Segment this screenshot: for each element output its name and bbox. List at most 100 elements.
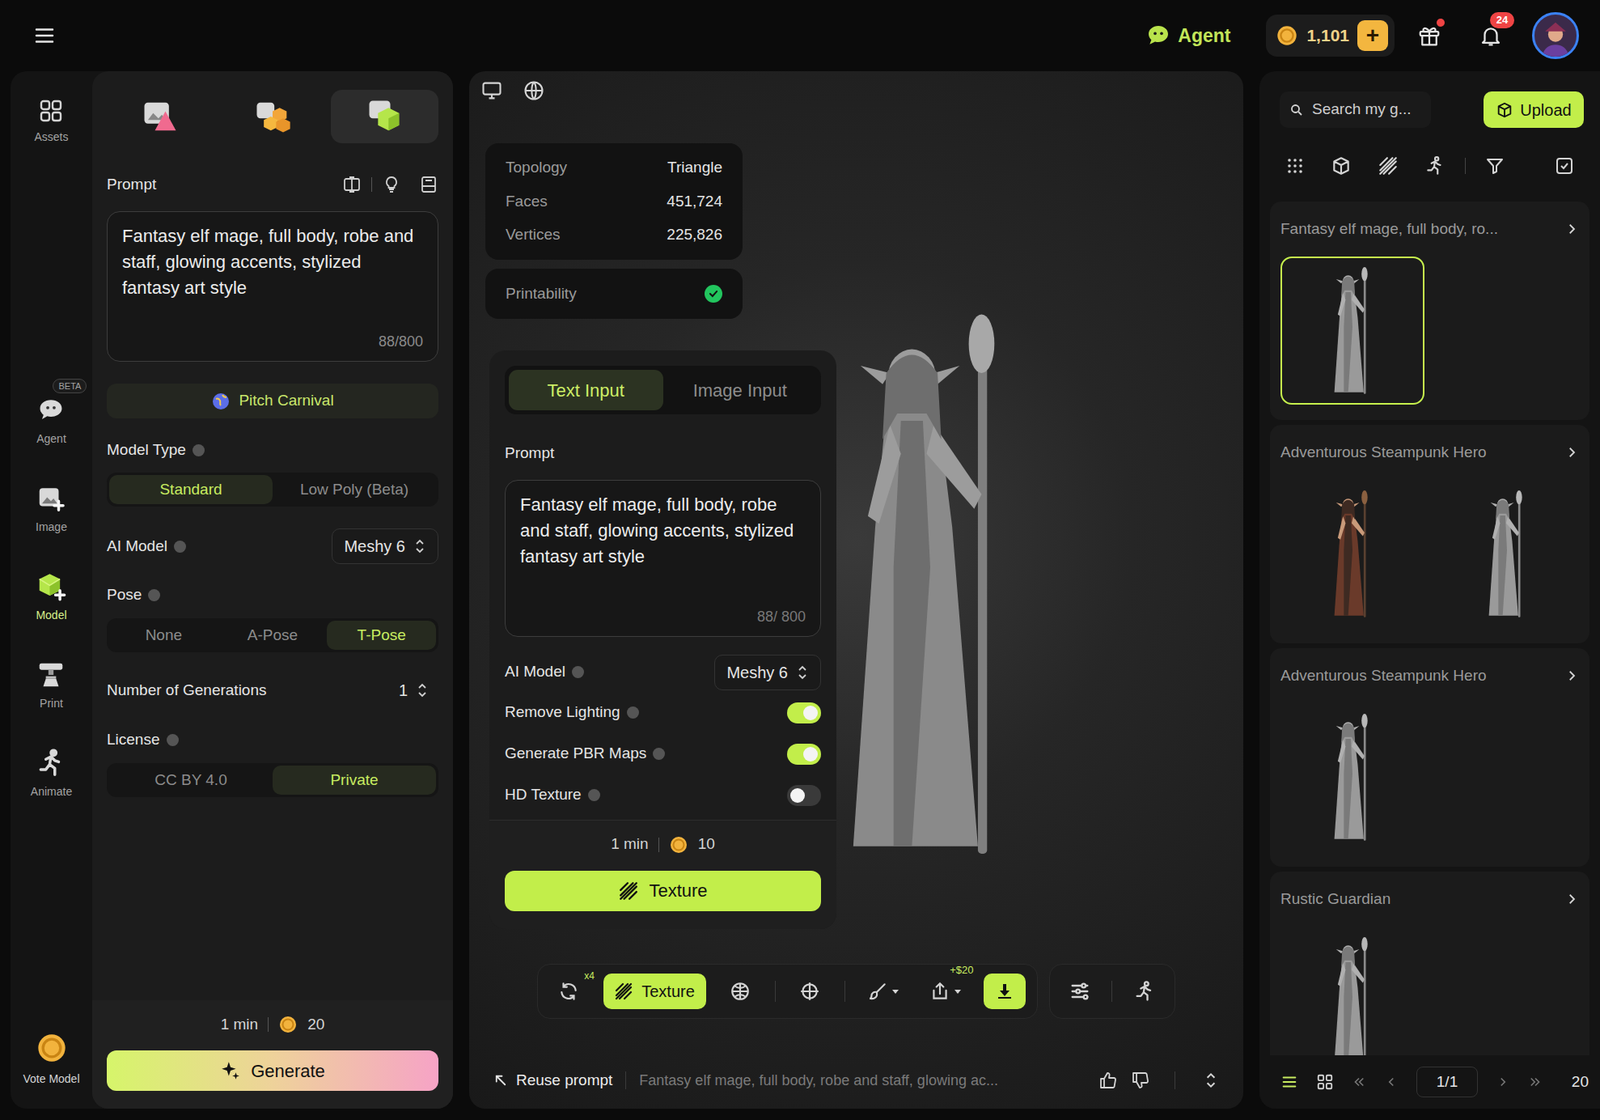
search-input[interactable] xyxy=(1312,97,1422,122)
ai-model-select[interactable]: Meshy 6 xyxy=(331,528,439,564)
menu-icon[interactable] xyxy=(32,23,57,48)
running-figure-icon[interactable] xyxy=(1133,979,1156,1003)
group-header[interactable]: Adventurous Steampunk Hero xyxy=(1280,647,1579,703)
reuse-prompt-button[interactable]: Reuse prompt xyxy=(493,1068,613,1093)
mode-tab[interactable] xyxy=(106,89,215,144)
lightbulb-icon[interactable] xyxy=(381,174,402,195)
model-thumbnail[interactable] xyxy=(1280,479,1425,628)
bell-icon[interactable]: 24 xyxy=(1478,23,1503,48)
model-thumbnail[interactable] xyxy=(1435,479,1580,628)
list-view-icon[interactable] xyxy=(1280,1072,1299,1091)
share-icon xyxy=(929,980,951,1002)
filter-icon[interactable] xyxy=(1485,156,1505,176)
page-field[interactable]: 1/1 xyxy=(1416,1066,1478,1097)
texture-button[interactable]: Texture xyxy=(504,870,822,911)
previous-page-icon[interactable] xyxy=(1384,1074,1399,1089)
toggle-switch[interactable] xyxy=(787,743,822,765)
search-field[interactable] xyxy=(1279,91,1431,128)
stat-value: 225,826 xyxy=(666,223,723,247)
regenerate-button[interactable]: x4 xyxy=(549,973,589,1009)
rail-item[interactable]: Print xyxy=(35,659,67,712)
pose-option[interactable]: A-Pose xyxy=(218,620,328,650)
input-tab[interactable]: Image Input xyxy=(663,369,818,411)
book-icon[interactable] xyxy=(419,174,439,195)
info-icon[interactable] xyxy=(652,747,665,760)
gift-icon[interactable] xyxy=(1417,23,1442,48)
cube-icon[interactable] xyxy=(1330,155,1352,177)
toggle-switch[interactable] xyxy=(787,784,822,806)
info-icon[interactable] xyxy=(571,665,585,678)
info-icon[interactable] xyxy=(148,588,161,602)
refresh-icon xyxy=(558,980,580,1002)
rail-item[interactable]: Assets xyxy=(33,97,68,146)
text-cursor-icon[interactable] xyxy=(342,174,362,195)
updown-chevron-icon[interactable] xyxy=(1202,1070,1220,1089)
pose-option[interactable]: None xyxy=(109,620,219,650)
generations-stepper[interactable]: 1 xyxy=(389,673,439,707)
texture-prompt-text[interactable]: Fantasy elf mage, full body, robe and st… xyxy=(520,491,806,570)
thumbs-up-icon[interactable] xyxy=(1098,1070,1118,1090)
thumbs-down-icon[interactable] xyxy=(1130,1070,1151,1090)
info-icon[interactable] xyxy=(166,733,179,746)
pitch-carnival-button[interactable]: Pitch Carnival xyxy=(106,383,439,419)
pose-option[interactable]: T-Pose xyxy=(326,620,436,650)
rail-item[interactable]: BETA Agent xyxy=(34,394,68,448)
vote-model-button[interactable]: Vote Model xyxy=(22,1031,80,1088)
generate-button[interactable]: Generate xyxy=(106,1049,439,1091)
model-preview[interactable] xyxy=(808,310,1052,861)
group-header[interactable]: Adventurous Steampunk Hero xyxy=(1280,424,1579,480)
first-page-icon[interactable] xyxy=(1351,1074,1367,1089)
next-page-icon[interactable] xyxy=(1495,1074,1511,1089)
texture-prompt-field[interactable]: Fantasy elf mage, full body, robe and st… xyxy=(504,479,822,637)
mode-tab[interactable] xyxy=(330,89,439,144)
agent-label[interactable]: Agent xyxy=(1177,21,1231,51)
model-thumbnail[interactable] xyxy=(1280,702,1425,851)
info-icon[interactable] xyxy=(588,788,601,801)
page-size[interactable]: 20 xyxy=(1571,1070,1589,1094)
rail-item[interactable]: Image xyxy=(35,482,68,536)
ai-model-label: AI Model xyxy=(504,660,566,684)
avatar[interactable] xyxy=(1532,12,1579,60)
agent-button[interactable]: Agent xyxy=(1145,21,1231,51)
globe-icon[interactable] xyxy=(522,79,546,102)
grid-view-icon[interactable] xyxy=(1316,1072,1334,1091)
info-icon[interactable] xyxy=(173,540,187,553)
texture-tool-button[interactable]: Texture xyxy=(603,973,707,1009)
info-icon[interactable] xyxy=(192,444,205,457)
input-tab[interactable]: Text Input xyxy=(508,369,664,411)
mode-tab[interactable] xyxy=(219,89,327,144)
toggle-switch[interactable] xyxy=(787,702,822,724)
rail-item[interactable]: Animate xyxy=(30,747,72,800)
model-type-option[interactable]: Low Poly (Beta) xyxy=(272,474,436,504)
hatch-icon[interactable] xyxy=(1377,155,1399,177)
info-icon[interactable] xyxy=(626,706,640,719)
prompt-text[interactable]: Fantasy elf mage, full body, robe and st… xyxy=(122,223,424,301)
toggle-list: Remove Lighting Generate PBR Maps HD Tex… xyxy=(504,699,822,820)
printability-card[interactable]: Printability xyxy=(485,268,743,319)
license-option[interactable]: CC BY 4.0 xyxy=(109,765,273,795)
license-option[interactable]: Private xyxy=(272,765,436,795)
add-credits-button[interactable]: + xyxy=(1357,20,1389,51)
viewer-canvas[interactable]: TopologyTriangle Faces451,724 Vertices22… xyxy=(469,71,1244,1109)
ai-model-select[interactable]: Meshy 6 xyxy=(714,654,822,690)
group-header[interactable]: Fantasy elf mage, full body, ro... xyxy=(1280,201,1579,257)
last-page-icon[interactable] xyxy=(1528,1074,1543,1089)
upload-button[interactable]: Upload xyxy=(1483,91,1584,128)
brush-menu-button[interactable] xyxy=(859,973,907,1009)
download-button[interactable] xyxy=(983,973,1026,1009)
monitor-icon[interactable] xyxy=(480,79,504,102)
pbr-button[interactable] xyxy=(720,973,760,1009)
share-menu-button[interactable]: +$20 xyxy=(922,973,970,1009)
running-figure-icon[interactable] xyxy=(1424,155,1446,177)
transform-button[interactable] xyxy=(790,973,830,1009)
prompt-field[interactable]: Fantasy elf mage, full body, robe and st… xyxy=(106,211,439,362)
dots-grid-icon[interactable] xyxy=(1285,156,1305,176)
select-checkbox-icon[interactable] xyxy=(1554,156,1575,176)
sliders-icon[interactable] xyxy=(1068,979,1092,1003)
model-type-option[interactable]: Standard xyxy=(109,474,273,504)
input-tabs: Text Input Image Input xyxy=(504,365,822,415)
model-thumbnail[interactable] xyxy=(1280,256,1425,405)
rail-item[interactable]: Model xyxy=(35,571,67,624)
model-thumbnail[interactable] xyxy=(1280,926,1425,1055)
group-header[interactable]: Rustic Guardian xyxy=(1280,871,1579,927)
